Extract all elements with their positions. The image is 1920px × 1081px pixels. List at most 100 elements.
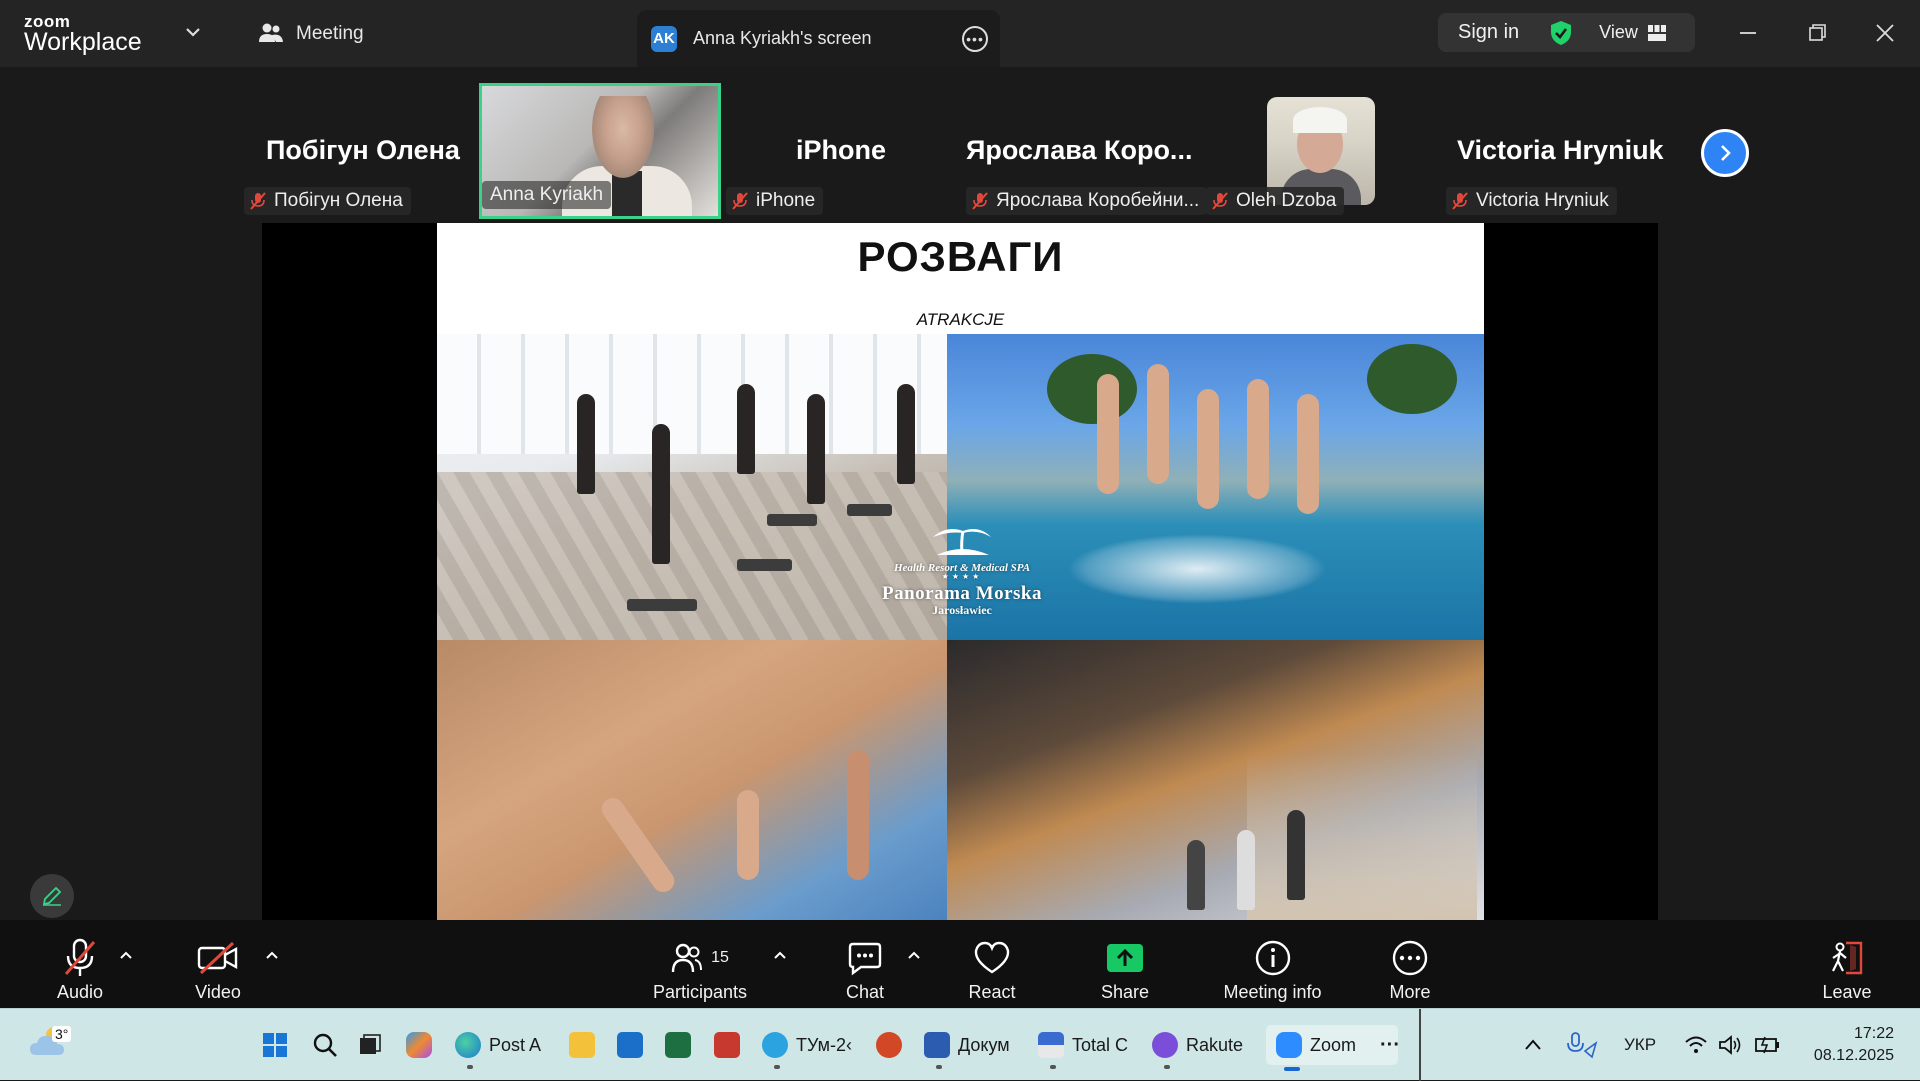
taskbar-app-total-commander[interactable]: Total C xyxy=(1038,1027,1128,1069)
participant-label: Victoria Hryniuk xyxy=(1446,187,1617,215)
mic-muted-icon xyxy=(972,192,988,210)
taskbar-divider xyxy=(1419,1009,1421,1081)
chevron-up-icon[interactable] xyxy=(1524,1037,1542,1053)
taskbar-app-word[interactable]: Докум xyxy=(924,1027,1010,1069)
taskbar-app-rakuten[interactable]: Rakute xyxy=(1152,1027,1243,1069)
viber-icon xyxy=(1152,1032,1178,1058)
audio-button[interactable]: Audio xyxy=(40,920,120,1008)
react-button[interactable]: React xyxy=(957,920,1027,1008)
people-icon xyxy=(259,23,283,42)
participants-icon xyxy=(671,943,703,973)
start-button[interactable] xyxy=(262,1027,288,1063)
grid-view-icon[interactable] xyxy=(1647,24,1666,41)
screen-share-tab[interactable]: AK Anna Kyriakh's screen ••• xyxy=(637,10,1000,67)
copilot-button[interactable] xyxy=(406,1027,432,1063)
heart-icon xyxy=(974,941,1010,974)
participant-name: iPhone xyxy=(796,135,887,165)
excel-icon xyxy=(665,1032,691,1058)
task-view-icon xyxy=(360,1034,381,1054)
active-speaker-video[interactable]: Anna Kyriakh xyxy=(479,83,721,219)
info-icon xyxy=(1255,940,1290,976)
windows-logo-icon xyxy=(263,1033,287,1057)
meeting-menu-button[interactable]: Meeting xyxy=(258,22,364,46)
bowling-alley-photo xyxy=(947,640,1484,920)
avatar: AK xyxy=(651,25,677,52)
more-button[interactable]: More xyxy=(1375,920,1445,1008)
chevron-up-icon[interactable] xyxy=(772,948,788,964)
mic-muted-icon xyxy=(1212,192,1228,210)
wifi-icon[interactable] xyxy=(1684,1035,1708,1055)
taskbar-app-explorer[interactable] xyxy=(569,1027,595,1063)
sign-in-button[interactable]: Sign in xyxy=(1458,21,1519,44)
pdf-icon xyxy=(714,1032,740,1058)
leave-button[interactable]: Leave xyxy=(1812,920,1882,1008)
folder-icon xyxy=(569,1032,595,1058)
mic-muted-icon xyxy=(64,938,96,976)
zoom-app-icon xyxy=(1276,1032,1302,1058)
search-button[interactable] xyxy=(312,1027,338,1063)
mic-muted-icon xyxy=(732,192,748,210)
sauna-grotto-photo xyxy=(437,640,947,920)
participant-name: Побігун Олена xyxy=(266,135,460,165)
presentation-slide: РОЗВАГИ ATRAKCJE Health Resort & Medical… xyxy=(437,223,1484,920)
chat-icon xyxy=(848,942,882,976)
participant-label: Oleh Dzoba xyxy=(1206,187,1345,215)
chevron-up-icon[interactable] xyxy=(906,948,922,964)
taskbar-overflow-icon[interactable]: ··· xyxy=(1380,1027,1400,1063)
task-view-button[interactable] xyxy=(358,1027,382,1063)
taskbar-app-telegram[interactable]: ТУм-2‹ xyxy=(762,1027,852,1069)
share-screen-button[interactable]: Share xyxy=(1090,920,1160,1008)
taskbar-app-excel[interactable] xyxy=(665,1027,691,1063)
battery-icon[interactable] xyxy=(1754,1033,1782,1055)
view-button[interactable]: View xyxy=(1599,22,1638,43)
slide-subtitle: ATRAKCJE xyxy=(916,310,1005,329)
resort-logo: Health Resort & Medical SPA ★★★★ Panoram… xyxy=(842,523,1082,618)
weather-widget[interactable]: 3° xyxy=(28,1023,72,1064)
video-button[interactable]: Video xyxy=(178,920,258,1008)
taskbar-app-powerpoint[interactable] xyxy=(876,1027,902,1063)
more-icon xyxy=(1392,940,1428,976)
search-icon xyxy=(313,1033,337,1057)
participant-name: Ярослава Коро... xyxy=(966,135,1193,165)
chevron-up-icon[interactable] xyxy=(118,948,134,964)
outlook-icon xyxy=(617,1032,643,1058)
minimize-icon[interactable] xyxy=(1733,18,1763,48)
chevron-down-icon[interactable] xyxy=(183,22,203,42)
palm-logo-icon xyxy=(933,529,991,556)
restore-icon[interactable] xyxy=(1802,18,1832,48)
participant-label: Anna Kyriakh xyxy=(482,181,612,209)
leave-door-icon xyxy=(1832,941,1863,975)
more-options-icon[interactable]: ••• xyxy=(962,26,988,52)
participants-button[interactable]: 15 Participants xyxy=(645,920,755,1008)
taskbar-app-zoom[interactable]: Zoom xyxy=(1266,1025,1398,1071)
slide-title: РОЗВАГИ xyxy=(857,233,1064,280)
participant-name: Victoria Hryniuk xyxy=(1457,135,1664,165)
taskbar-app-pdf[interactable] xyxy=(714,1027,740,1063)
microphone-tray-icon[interactable] xyxy=(1566,1031,1598,1059)
chevron-up-icon[interactable] xyxy=(264,948,280,964)
workplace-logo-text: Workplace xyxy=(24,28,142,56)
mic-muted-icon xyxy=(250,192,266,210)
share-screen-icon xyxy=(1107,944,1143,972)
total-commander-icon xyxy=(1038,1032,1064,1058)
powerpoint-icon xyxy=(876,1032,902,1058)
taskbar-app-outlook[interactable] xyxy=(617,1027,643,1063)
system-clock[interactable]: 17:22 08.12.2025 xyxy=(1814,1023,1894,1067)
participants-count: 15 xyxy=(711,949,729,966)
windows-taskbar: 3° Post A ТУм-2‹ Докум Total C Rakute Zo… xyxy=(0,1008,1920,1081)
volume-icon[interactable] xyxy=(1718,1035,1742,1055)
meeting-info-button[interactable]: Meeting info xyxy=(1210,920,1335,1008)
chat-button[interactable]: Chat xyxy=(830,920,900,1008)
word-icon xyxy=(924,1032,950,1058)
meeting-label: Meeting xyxy=(296,23,364,44)
screen-tab-title: Anna Kyriakh's screen xyxy=(693,28,872,48)
taskbar-app-edge[interactable]: Post A xyxy=(455,1027,541,1069)
next-participants-button[interactable] xyxy=(1701,129,1749,177)
language-indicator[interactable]: УКР xyxy=(1624,1027,1656,1063)
participant-label: Побігун Олена xyxy=(244,187,411,215)
annotate-button[interactable] xyxy=(30,874,74,918)
close-icon[interactable] xyxy=(1870,18,1900,48)
meeting-toolbar: Audio Video 15 Participants Chat React S… xyxy=(0,920,1920,1008)
telegram-icon xyxy=(762,1032,788,1058)
shield-check-icon[interactable] xyxy=(1549,20,1573,46)
